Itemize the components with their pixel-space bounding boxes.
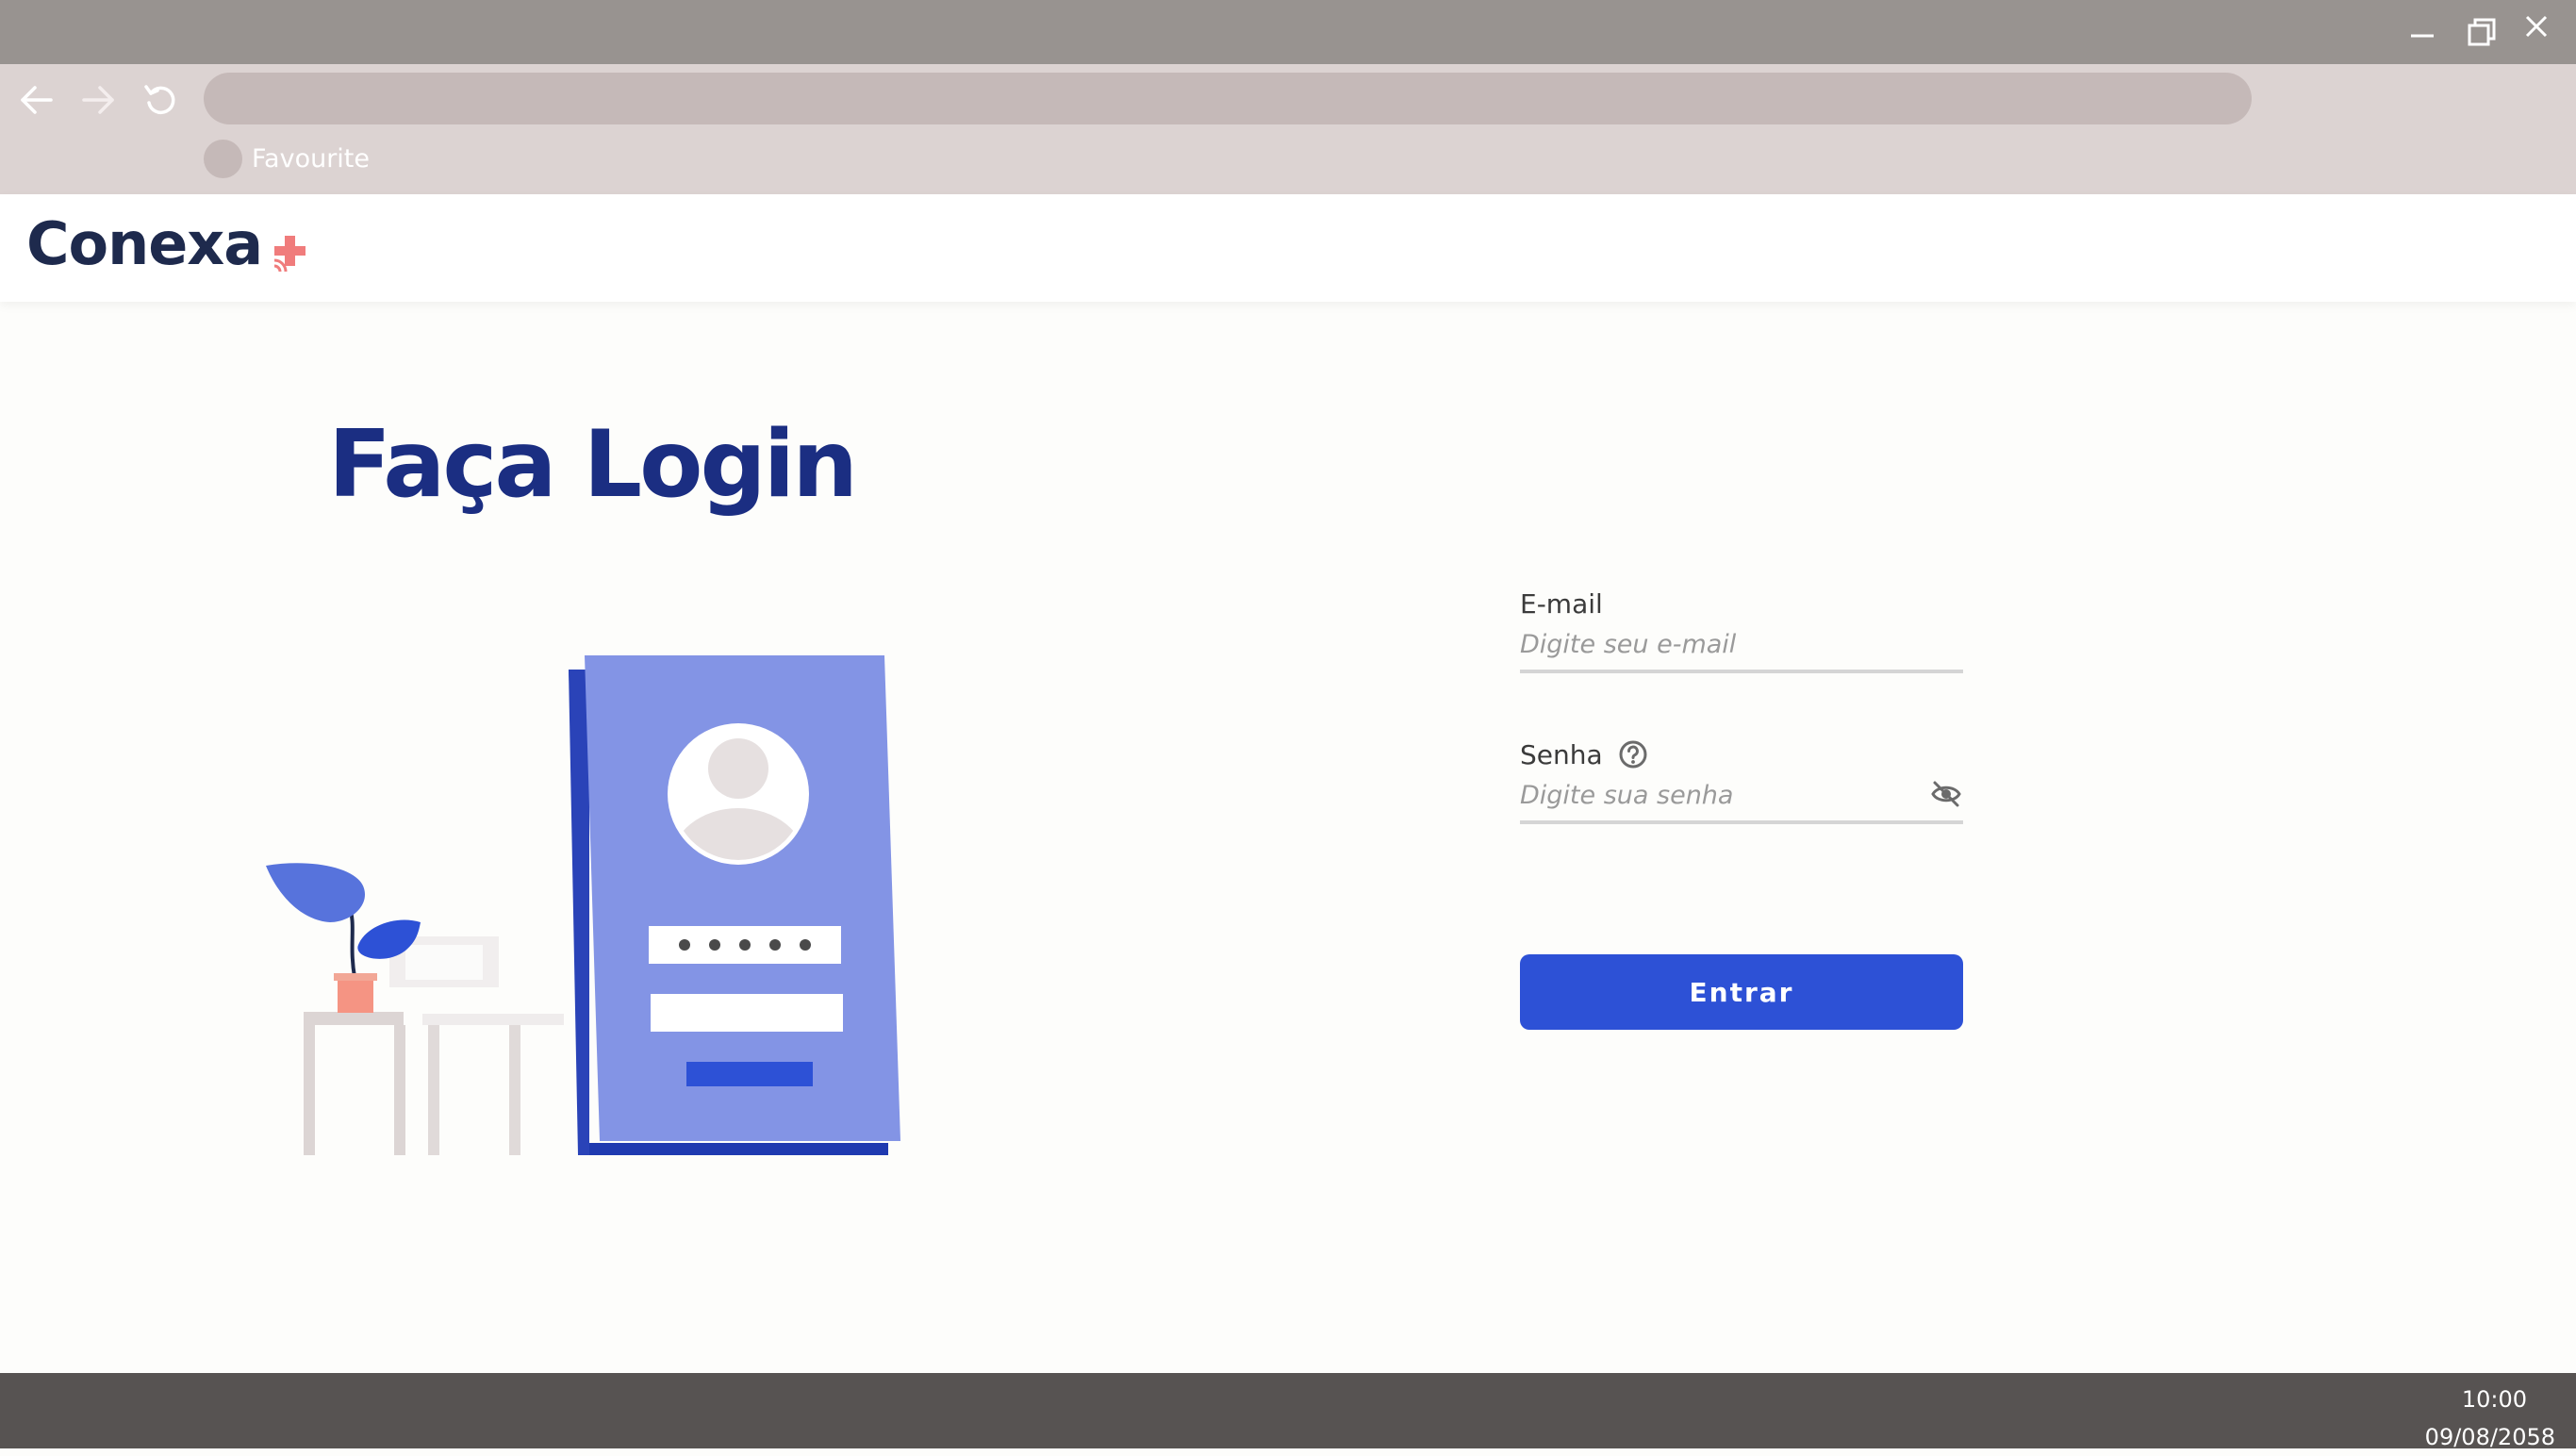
os-taskbar: 10:00 09/08/2058 <box>0 1373 2576 1450</box>
minimize-button[interactable] <box>2403 13 2441 51</box>
restore-icon <box>2468 18 2496 46</box>
flower-pot <box>338 977 373 1013</box>
minimize-icon <box>2411 34 2434 38</box>
restore-button[interactable] <box>2463 13 2501 51</box>
email-field-wrap <box>1520 622 1963 673</box>
bookmark-favicon-icon <box>204 139 242 178</box>
arrow-left-icon <box>21 86 53 114</box>
system-clock[interactable]: 10:00 09/08/2058 <box>2425 1381 2555 1456</box>
bookmark-item[interactable]: Favourite <box>204 139 370 178</box>
question-circle-icon[interactable] <box>1618 739 1648 769</box>
close-icon <box>2525 15 2548 38</box>
reload-icon <box>144 85 175 115</box>
email-label: E-mail <box>1520 585 1963 622</box>
login-button[interactable]: Entrar <box>1520 954 1963 1030</box>
logo-plus-icon <box>273 236 306 273</box>
password-field[interactable] <box>1520 773 1963 817</box>
page-title: Faça Login <box>328 411 858 519</box>
address-bar[interactable] <box>204 73 2252 124</box>
logo[interactable]: Conexa <box>26 215 311 273</box>
forward-button[interactable] <box>77 79 119 121</box>
clock-time: 10:00 <box>2461 1386 2527 1413</box>
browser-titlebar <box>0 0 2576 64</box>
eye-off-icon[interactable] <box>1929 777 1963 811</box>
reload-button[interactable] <box>140 79 181 121</box>
password-label-text: Senha <box>1520 738 1603 770</box>
email-label-text: E-mail <box>1520 587 1603 620</box>
arrow-right-icon <box>82 86 114 114</box>
clock-date: 09/08/2058 <box>2424 1424 2555 1450</box>
password-group: Senha <box>1520 736 1963 824</box>
bookmark-label: Favourite <box>252 143 371 174</box>
close-button[interactable] <box>2518 8 2555 45</box>
logo-text: Conexa <box>26 209 263 278</box>
email-group: E-mail <box>1520 585 1963 673</box>
password-field-wrap <box>1520 773 1963 824</box>
back-button[interactable] <box>16 79 58 121</box>
side-table <box>304 1012 404 1025</box>
email-field[interactable] <box>1520 622 1963 666</box>
password-label: Senha <box>1520 736 1963 773</box>
plant-leaf <box>266 863 366 922</box>
login-illustration <box>266 655 900 1155</box>
site-header: Conexa <box>0 194 2576 302</box>
